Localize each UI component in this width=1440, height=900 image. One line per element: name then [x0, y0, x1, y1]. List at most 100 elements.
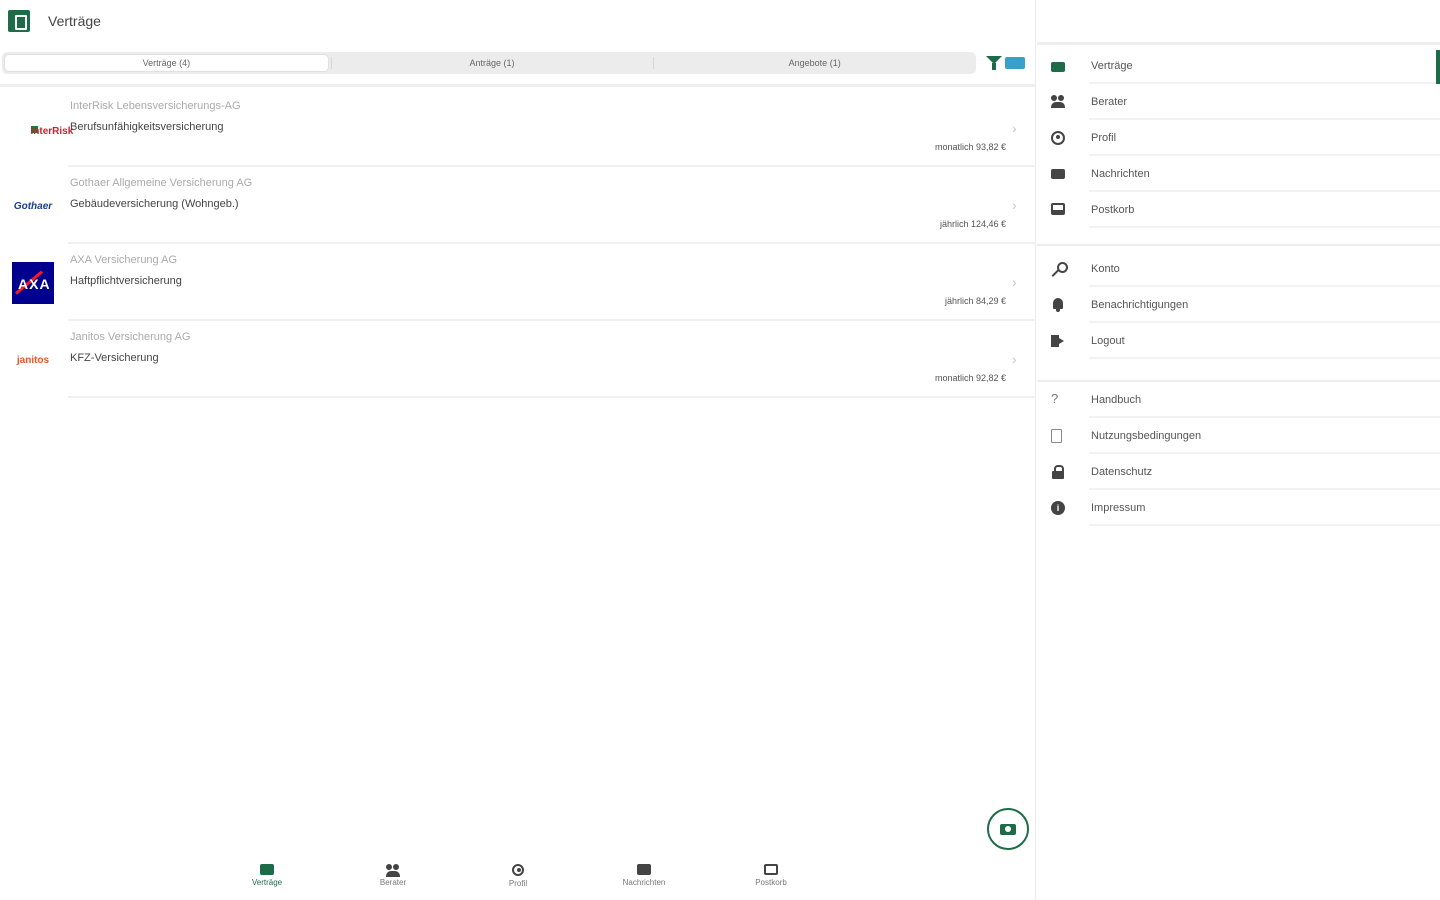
- row-separator: [1089, 357, 1440, 359]
- price: jährlich 124,46 €: [939, 219, 1006, 229]
- app-root: Verträge Verträge (4) Anträge (1) Angebo…: [0, 0, 1440, 900]
- page-title: Verträge: [48, 13, 101, 29]
- chevron-right-icon: ›: [1012, 351, 1017, 367]
- sidebar-item-label: Benachrichtigungen: [1091, 299, 1189, 311]
- row-separator: [1089, 226, 1440, 228]
- app-logo-icon[interactable]: [8, 10, 30, 32]
- contract-row-interrisk[interactable]: InterRisk InterRisk Lebensversicherungs-…: [0, 90, 1036, 167]
- bottom-nav-label: Verträge: [251, 878, 283, 887]
- filter-icon[interactable]: [986, 55, 1002, 71]
- company-name: InterRisk Lebensversicherungs-AG: [70, 100, 241, 112]
- sidebar-item-berater[interactable]: Berater: [1037, 84, 1440, 120]
- chevron-right-icon: ›: [1012, 197, 1017, 213]
- inbox-icon: [1051, 203, 1065, 215]
- sidebar-item-impressum[interactable]: i Impressum: [1037, 490, 1440, 526]
- view-toggle-icon[interactable]: [1005, 57, 1025, 69]
- sidebar-item-label: Verträge: [1091, 60, 1133, 72]
- axa-logo-text: AXA: [18, 276, 51, 292]
- chevron-right-icon: ›: [1012, 274, 1017, 290]
- sidebar-item-logout[interactable]: Logout: [1037, 323, 1440, 359]
- document-icon: [1051, 429, 1062, 443]
- bottom-nav-berater[interactable]: Berater: [353, 864, 433, 887]
- sidebar-divider: [1037, 244, 1440, 246]
- sidebar-item-handbuch[interactable]: ? Handbuch: [1037, 382, 1440, 418]
- interrisk-logo: InterRisk: [10, 114, 74, 144]
- company-name: Janitos Versicherung AG: [70, 331, 191, 343]
- product-name: Berufsunfähigkeitsversicherung: [70, 121, 224, 133]
- sidebar-item-vertraege[interactable]: Verträge: [1037, 48, 1440, 84]
- product-name: KFZ-Versicherung: [70, 352, 159, 364]
- bottom-nav-vertraege[interactable]: Verträge: [227, 864, 307, 887]
- product-name: Haftpflichtversicherung: [70, 275, 182, 287]
- sidebar-item-label: Profil: [1091, 132, 1117, 144]
- sidebar-item-label: Postkorb: [1091, 204, 1135, 216]
- sidebar-item-nachrichten[interactable]: Nachrichten: [1037, 156, 1440, 192]
- sidebar-item-profil[interactable]: Profil: [1037, 120, 1440, 156]
- sidebar-item-datenschutz[interactable]: Datenschutz: [1037, 454, 1440, 490]
- interrisk-logo-text: InterRisk: [30, 125, 74, 137]
- logout-icon: [1051, 334, 1065, 348]
- briefcase-icon: [1051, 62, 1065, 72]
- sidebar-item-label: Konto: [1091, 263, 1120, 275]
- bottom-nav-profil[interactable]: Profil: [478, 864, 558, 888]
- tab-antraege[interactable]: Anträge (1): [330, 52, 654, 74]
- question-icon: ?: [1051, 391, 1059, 406]
- mail-icon: [637, 864, 651, 875]
- sidebar-item-label: Berater: [1091, 96, 1128, 108]
- bottom-nav-nachrichten[interactable]: Nachrichten: [604, 864, 684, 887]
- company-name: Gothaer Allgemeine Versicherung AG: [70, 177, 253, 189]
- main-panel: Verträge Verträge (4) Anträge (1) Angebo…: [0, 0, 1036, 900]
- contract-row-axa[interactable]: AXA AXA Versicherung AG Haftpflichtversi…: [0, 244, 1036, 321]
- active-indicator: [1436, 50, 1440, 84]
- product-name: Gebäudeversicherung (Wohngeb.): [70, 198, 239, 210]
- sidebar-item-postkorb[interactable]: Postkorb: [1037, 192, 1440, 228]
- bottom-nav-postkorb[interactable]: Postkorb: [731, 864, 811, 887]
- people-icon: [1051, 95, 1065, 109]
- bottom-nav-label: Postkorb: [755, 878, 787, 887]
- briefcase-icon: [260, 864, 274, 875]
- axa-logo: AXA: [12, 262, 54, 304]
- sidebar-item-konto[interactable]: Konto: [1037, 251, 1440, 287]
- company-name: AXA Versicherung AG: [70, 254, 178, 266]
- sidebar-item-label: Handbuch: [1091, 394, 1142, 406]
- person-icon: [1051, 131, 1065, 145]
- info-icon: i: [1051, 501, 1065, 515]
- janitos-logo: janitos: [16, 354, 50, 366]
- mail-icon: [1051, 169, 1065, 179]
- camera-button[interactable]: [987, 808, 1029, 850]
- price: jährlich 84,29 €: [944, 296, 1006, 306]
- sidebar-item-label: Nutzungsbedingungen: [1091, 430, 1202, 442]
- tab-vertraege[interactable]: Verträge (4): [4, 54, 329, 72]
- gothaer-logo: Gothaer: [13, 200, 53, 212]
- price: monatlich 92,82 €: [934, 373, 1006, 383]
- price: monatlich 93,82 €: [934, 142, 1006, 152]
- inbox-icon: [764, 864, 778, 875]
- sidebar-item-benachrichtigungen[interactable]: Benachrichtigungen: [1037, 287, 1440, 323]
- key-icon: [1051, 262, 1068, 276]
- contract-list: InterRisk InterRisk Lebensversicherungs-…: [0, 90, 1036, 398]
- bottom-nav-label: Profil: [508, 879, 528, 888]
- contract-row-janitos[interactable]: janitos Janitos Versicherung AG KFZ-Vers…: [0, 321, 1036, 398]
- lock-icon: [1051, 465, 1065, 479]
- sidebar-menu: Verträge Berater Profil Nachrichten Post…: [1037, 0, 1440, 900]
- divider: [0, 84, 1036, 87]
- contract-row-gothaer[interactable]: Gothaer Gothaer Allgemeine Versicherung …: [0, 167, 1036, 244]
- person-icon: [512, 864, 524, 876]
- bell-icon: [1051, 298, 1065, 312]
- segmented-tabs: Verträge (4) Anträge (1) Angebote (1): [2, 52, 976, 74]
- sidebar-item-label: Impressum: [1091, 502, 1146, 514]
- bottom-nav-label: Berater: [379, 878, 407, 887]
- people-icon: [386, 864, 400, 877]
- chevron-right-icon: ›: [1012, 120, 1017, 136]
- tab-angebote[interactable]: Angebote (1): [653, 52, 976, 74]
- sidebar-item-label: Nachrichten: [1091, 168, 1150, 180]
- row-separator: [68, 396, 1036, 398]
- bottom-nav-label: Nachrichten: [622, 878, 666, 887]
- top-bar: Verträge: [0, 0, 1036, 44]
- row-separator: [1089, 524, 1440, 526]
- bottom-navigation: Verträge Berater Profil Nachrichten Post…: [0, 858, 1036, 900]
- sidebar-item-label: Datenschutz: [1091, 466, 1153, 478]
- sidebar-divider: [1037, 42, 1440, 45]
- sidebar-item-nutzungsbedingungen[interactable]: Nutzungsbedingungen: [1037, 418, 1440, 454]
- sidebar-item-label: Logout: [1091, 335, 1125, 347]
